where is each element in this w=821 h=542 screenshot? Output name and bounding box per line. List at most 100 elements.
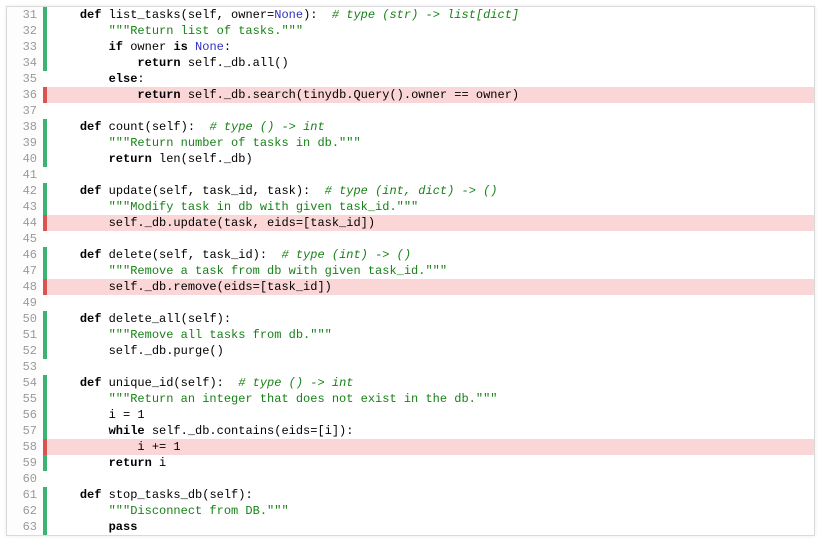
line-number: 62 <box>7 503 43 519</box>
line-number: 37 <box>7 103 43 119</box>
code-text[interactable] <box>47 167 814 183</box>
line-number: 45 <box>7 231 43 247</box>
code-text[interactable]: """Modify task in db with given task_id.… <box>47 199 814 215</box>
code-line[interactable]: 34 return self._db.all() <box>7 55 814 71</box>
code-text[interactable]: pass <box>47 519 814 535</box>
code-text[interactable]: self._db.update(task, eids=[task_id]) <box>47 215 814 231</box>
line-number: 60 <box>7 471 43 487</box>
code-text[interactable]: def update(self, task_id, task): # type … <box>47 183 814 199</box>
code-line[interactable]: 63 pass <box>7 519 814 535</box>
line-number: 61 <box>7 487 43 503</box>
code-line[interactable]: 50 def delete_all(self): <box>7 311 814 327</box>
line-number: 47 <box>7 263 43 279</box>
line-number: 48 <box>7 279 43 295</box>
code-text[interactable]: """Remove all tasks from db.""" <box>47 327 814 343</box>
line-number: 36 <box>7 87 43 103</box>
code-line[interactable]: 61 def stop_tasks_db(self): <box>7 487 814 503</box>
code-line[interactable]: 62 """Disconnect from DB.""" <box>7 503 814 519</box>
code-text[interactable]: if owner is None: <box>47 39 814 55</box>
code-line[interactable]: 44 self._db.update(task, eids=[task_id]) <box>7 215 814 231</box>
code-text[interactable]: return self._db.search(tinydb.Query().ow… <box>47 87 814 103</box>
code-text[interactable]: def count(self): # type () -> int <box>47 119 814 135</box>
line-number: 49 <box>7 295 43 311</box>
line-number: 34 <box>7 55 43 71</box>
code-line[interactable]: 41 <box>7 167 814 183</box>
code-line[interactable]: 60 <box>7 471 814 487</box>
line-number: 58 <box>7 439 43 455</box>
line-number: 50 <box>7 311 43 327</box>
code-text[interactable]: def list_tasks(self, owner=None): # type… <box>47 7 814 23</box>
code-text[interactable]: return i <box>47 455 814 471</box>
code-text[interactable]: """Remove a task from db with given task… <box>47 263 814 279</box>
line-number: 44 <box>7 215 43 231</box>
code-text[interactable] <box>47 295 814 311</box>
line-number: 55 <box>7 391 43 407</box>
line-number: 59 <box>7 455 43 471</box>
line-number: 40 <box>7 151 43 167</box>
line-number: 32 <box>7 23 43 39</box>
code-text[interactable]: i = 1 <box>47 407 814 423</box>
code-text[interactable]: """Return list of tasks.""" <box>47 23 814 39</box>
code-text[interactable]: def delete_all(self): <box>47 311 814 327</box>
line-number: 54 <box>7 375 43 391</box>
code-line[interactable]: 35 else: <box>7 71 814 87</box>
code-line[interactable]: 56 i = 1 <box>7 407 814 423</box>
line-number: 42 <box>7 183 43 199</box>
code-line[interactable]: 45 <box>7 231 814 247</box>
line-number: 56 <box>7 407 43 423</box>
code-text[interactable]: self._db.remove(eids=[task_id]) <box>47 279 814 295</box>
code-line[interactable]: 36 return self._db.search(tinydb.Query()… <box>7 87 814 103</box>
code-text[interactable] <box>47 231 814 247</box>
line-number: 39 <box>7 135 43 151</box>
line-number: 51 <box>7 327 43 343</box>
code-line[interactable]: 38 def count(self): # type () -> int <box>7 119 814 135</box>
code-text[interactable]: i += 1 <box>47 439 814 455</box>
line-number: 52 <box>7 343 43 359</box>
code-text[interactable]: def unique_id(self): # type () -> int <box>47 375 814 391</box>
code-line[interactable]: 48 self._db.remove(eids=[task_id]) <box>7 279 814 295</box>
line-number: 38 <box>7 119 43 135</box>
code-line[interactable]: 49 <box>7 295 814 311</box>
line-number: 43 <box>7 199 43 215</box>
line-number: 31 <box>7 7 43 23</box>
code-text[interactable]: return len(self._db) <box>47 151 814 167</box>
code-line[interactable]: 40 return len(self._db) <box>7 151 814 167</box>
code-text[interactable]: """Return an integer that does not exist… <box>47 391 814 407</box>
code-line[interactable]: 52 self._db.purge() <box>7 343 814 359</box>
code-text[interactable]: else: <box>47 71 814 87</box>
line-number: 41 <box>7 167 43 183</box>
code-text[interactable]: """Disconnect from DB.""" <box>47 503 814 519</box>
line-number: 53 <box>7 359 43 375</box>
code-line[interactable]: 58 i += 1 <box>7 439 814 455</box>
code-line[interactable]: 51 """Remove all tasks from db.""" <box>7 327 814 343</box>
code-line[interactable]: 42 def update(self, task_id, task): # ty… <box>7 183 814 199</box>
line-number: 35 <box>7 71 43 87</box>
code-line[interactable]: 55 """Return an integer that does not ex… <box>7 391 814 407</box>
code-text[interactable] <box>47 103 814 119</box>
code-text[interactable]: """Return number of tasks in db.""" <box>47 135 814 151</box>
code-line[interactable]: 47 """Remove a task from db with given t… <box>7 263 814 279</box>
code-line[interactable]: 57 while self._db.contains(eids=[i]): <box>7 423 814 439</box>
code-line[interactable]: 32 """Return list of tasks.""" <box>7 23 814 39</box>
code-line[interactable]: 46 def delete(self, task_id): # type (in… <box>7 247 814 263</box>
code-line[interactable]: 31 def list_tasks(self, owner=None): # t… <box>7 7 814 23</box>
code-line[interactable]: 33 if owner is None: <box>7 39 814 55</box>
line-number: 63 <box>7 519 43 535</box>
code-text[interactable]: def stop_tasks_db(self): <box>47 487 814 503</box>
code-coverage-view: 31 def list_tasks(self, owner=None): # t… <box>6 6 815 536</box>
code-text[interactable] <box>47 471 814 487</box>
line-number: 33 <box>7 39 43 55</box>
code-text[interactable]: return self._db.all() <box>47 55 814 71</box>
code-line[interactable]: 39 """Return number of tasks in db.""" <box>7 135 814 151</box>
line-number: 46 <box>7 247 43 263</box>
code-line[interactable]: 53 <box>7 359 814 375</box>
code-line[interactable]: 54 def unique_id(self): # type () -> int <box>7 375 814 391</box>
code-line[interactable]: 37 <box>7 103 814 119</box>
code-text[interactable]: def delete(self, task_id): # type (int) … <box>47 247 814 263</box>
code-line[interactable]: 59 return i <box>7 455 814 471</box>
code-text[interactable] <box>47 359 814 375</box>
code-text[interactable]: while self._db.contains(eids=[i]): <box>47 423 814 439</box>
code-text[interactable]: self._db.purge() <box>47 343 814 359</box>
line-number: 57 <box>7 423 43 439</box>
code-line[interactable]: 43 """Modify task in db with given task_… <box>7 199 814 215</box>
